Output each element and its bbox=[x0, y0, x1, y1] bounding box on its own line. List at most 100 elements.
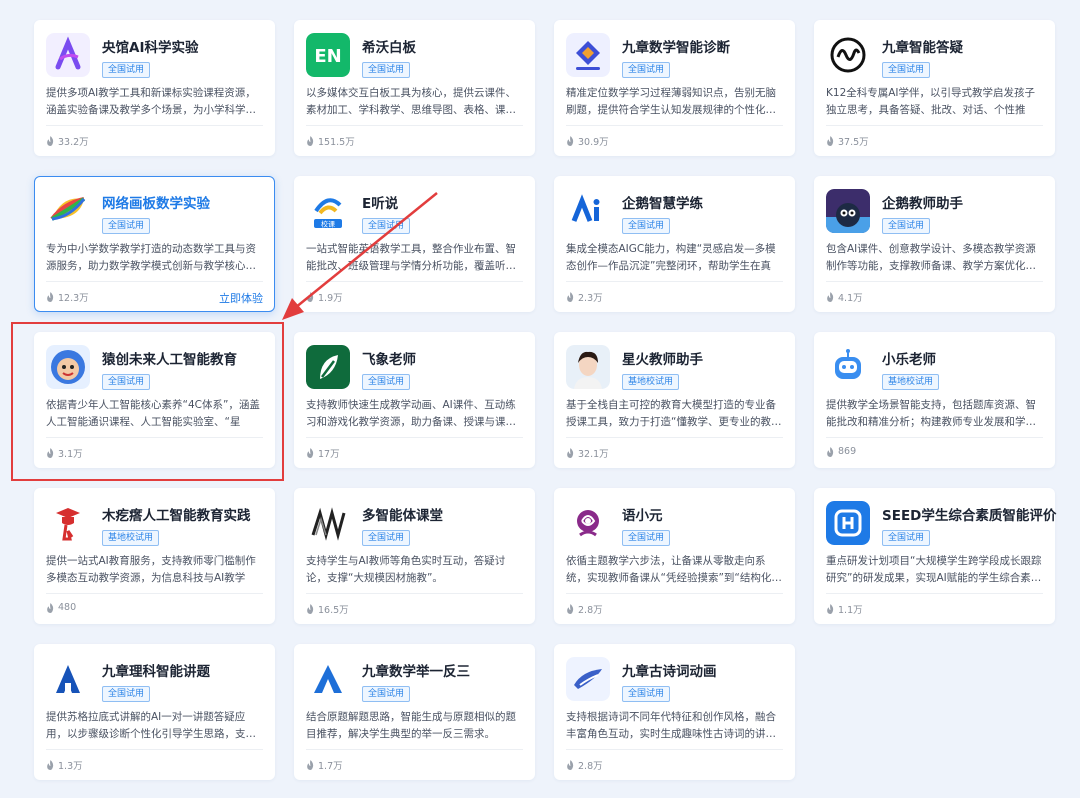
app-description: 包含AI课件、创意教学设计、多模态教学资源制作等功能，支撑教师备课、教学方案优化… bbox=[826, 243, 1036, 272]
app-title[interactable]: 网络画板数学实验 bbox=[102, 192, 210, 212]
popularity-count: 33.2万 bbox=[58, 137, 89, 148]
app-card[interactable]: 小乐老师 基地校试用 提供教学全场景智能支持，包括题库资源、智能批改和精准分析；构建… bbox=[814, 332, 1055, 468]
popularity-count: 2.3万 bbox=[578, 293, 603, 304]
graduate-logo bbox=[46, 501, 90, 545]
app-title[interactable]: 央馆AI科学实验 bbox=[102, 36, 198, 56]
fire-icon bbox=[827, 446, 834, 457]
app-title[interactable]: 九章理科智能讲题 bbox=[102, 660, 210, 680]
popularity-count: 12.3万 bbox=[58, 293, 89, 304]
fire-icon bbox=[827, 136, 834, 146]
divider bbox=[826, 437, 1043, 438]
app-card[interactable]: 企鹅教师助手 全国试用 包含AI课件、创意教学设计、多模态教学资源制作等功能，支撑教… bbox=[814, 176, 1055, 312]
popularity: 33.2万 bbox=[46, 134, 89, 148]
trial-badge: 基地校试用 bbox=[622, 374, 680, 390]
popularity-count: 1.3万 bbox=[58, 761, 83, 772]
app-title[interactable]: 多智能体课堂 bbox=[362, 504, 443, 524]
app-card[interactable]: 九章智能答疑 全国试用 K12全科专属AI学伴，以引导式教学启发孩子独立思考，具备答… bbox=[814, 20, 1055, 156]
app-title[interactable]: 星火教师助手 bbox=[622, 348, 703, 368]
app-card[interactable]: 九章数学举一反三 全国试用 结合原题解题思路，智能生成与原题相似的题目推荐，解决学生… bbox=[294, 644, 535, 780]
popularity: 12.3万 bbox=[46, 290, 89, 304]
app-description: 提供一站式AI教育服务，支持教师零门槛制作多模态互动教学资源，为信息科技与AI教… bbox=[46, 555, 256, 584]
divider bbox=[826, 125, 1043, 126]
fire-icon bbox=[47, 760, 54, 770]
app-title[interactable]: 九章智能答疑 bbox=[882, 36, 963, 56]
app-description: 支持根据诗词不同年代特征和创作风格，融合丰富角色互动，实时生成趣味性古诗词的讲… bbox=[566, 711, 776, 740]
app-title[interactable]: SEED学生综合素质智能评价 bbox=[882, 504, 1056, 524]
scroll-logo bbox=[566, 657, 610, 701]
app-card[interactable]: 飞象老师 全国试用 支持教师快速生成教学动画、AI课件、互动练习和游戏化教学资源，助… bbox=[294, 332, 535, 468]
app-title[interactable]: 九章古诗词动画 bbox=[622, 660, 717, 680]
app-description: 提供苏格拉底式讲解的AI一对一讲题答疑应用，以步骤级诊断个性化引导学生思路，支… bbox=[46, 711, 256, 740]
app-title[interactable]: 企鹅教师助手 bbox=[882, 192, 963, 212]
app-card[interactable]: 九章数学智能诊断 全国试用 精准定位数学学习过程薄弱知识点，告别无脑刷题，提供符合学… bbox=[554, 20, 795, 156]
popularity-count: 1.7万 bbox=[318, 761, 343, 772]
popularity: 2.8万 bbox=[566, 758, 603, 772]
popularity: 37.5万 bbox=[826, 134, 869, 148]
leaf-green-logo bbox=[306, 345, 350, 389]
app-title[interactable]: 木疙瘩人工智能教育实践 bbox=[102, 504, 251, 524]
popularity-count: 1.9万 bbox=[318, 293, 343, 304]
fire-icon bbox=[567, 760, 574, 770]
wave-circle-logo bbox=[826, 33, 870, 77]
popularity: 1.3万 bbox=[46, 758, 83, 772]
app-title[interactable]: 九章数学智能诊断 bbox=[622, 36, 730, 56]
divider bbox=[566, 593, 783, 594]
triangle-logo bbox=[306, 657, 350, 701]
app-title[interactable]: E听说 bbox=[362, 192, 398, 212]
app-title[interactable]: 九章数学举一反三 bbox=[362, 660, 470, 680]
app-card[interactable]: 九章理科智能讲题 全国试用 提供苏格拉底式讲解的AI一对一讲题答疑应用，以步骤级诊断… bbox=[34, 644, 275, 780]
divider bbox=[306, 749, 523, 750]
fire-icon bbox=[307, 292, 314, 302]
popularity: 4.1万 bbox=[826, 290, 863, 304]
divider bbox=[566, 749, 783, 750]
trial-badge: 全国试用 bbox=[362, 62, 411, 78]
app-description: 专为中小学数学教学打造的动态数学工具与资源服务，助力数学教学模式创新与教学核心… bbox=[46, 243, 256, 272]
app-title[interactable]: 语小元 bbox=[622, 504, 663, 524]
fire-icon bbox=[567, 448, 574, 458]
popularity-count: 151.5万 bbox=[318, 137, 355, 148]
popularity: 2.3万 bbox=[566, 290, 603, 304]
app-description: 集成全模态AIGC能力，构建“灵感启发—多模态创作—作品沉淀”完整闭环，帮助学生… bbox=[566, 243, 776, 272]
popularity: 1.1万 bbox=[826, 602, 863, 616]
app-card[interactable]: 网络画板数学实验全国试用专为中小学数学教学打造的动态数学工具与资源服务，助力数学… bbox=[34, 176, 275, 312]
app-card[interactable]: EN 希沃白板 全国试用 以多媒体交互白板工具为核心，提供云课件、素材加工、学科教学、… bbox=[294, 20, 535, 156]
app-title[interactable]: 希沃白板 bbox=[362, 36, 416, 56]
app-card[interactable]: 语小元 全国试用 依循主题教学六步法，让备课从零散走向系统，实现教师备课从“凭经验摸… bbox=[554, 488, 795, 624]
popularity-count: 32.1万 bbox=[578, 449, 609, 460]
popularity-count: 2.8万 bbox=[578, 605, 603, 616]
popularity-count: 17万 bbox=[318, 449, 340, 460]
popularity: 30.9万 bbox=[566, 134, 609, 148]
rose-logo bbox=[566, 501, 610, 545]
app-card[interactable]: 企鹅智慧学练全国试用集成全模态AIGC能力，构建“灵感启发—多模态创作—作品沉淀… bbox=[554, 176, 795, 312]
popularity-count: 16.5万 bbox=[318, 605, 349, 616]
fire-icon bbox=[307, 760, 314, 770]
try-now-button[interactable]: 立即体验 bbox=[219, 290, 263, 306]
app-description: 基于全栈自主可控的教育大模型打造的专业备授课工具，致力于打造“懂教学、更专业的教… bbox=[566, 399, 782, 428]
app-card[interactable]: 校课 E听说 全国试用 一站式智能英语教学工具，整合作业布置、智能批改、班级管理与学情… bbox=[294, 176, 535, 312]
app-title[interactable]: 企鹅智慧学练 bbox=[622, 192, 703, 212]
fire-icon bbox=[307, 604, 314, 614]
fire-icon bbox=[47, 292, 54, 302]
app-card[interactable]: 央馆AI科学实验全国试用提供多项AI教学工具和新课标实验课程资源，涵盖实验备课及… bbox=[34, 20, 275, 156]
trial-badge: 全国试用 bbox=[102, 62, 151, 78]
app-card[interactable]: 木疙瘩人工智能教育实践 基地校试用 提供一站式AI教育服务，支持教师零门槛制作多模态… bbox=[34, 488, 275, 624]
app-description: K12全科专属AI学伴，以引导式教学启发孩子独立思考，具备答疑、批改、对话、个性… bbox=[826, 87, 1036, 116]
popularity: 1.9万 bbox=[306, 290, 343, 304]
trial-badge: 全国试用 bbox=[622, 218, 671, 234]
app-description: 支持教师快速生成教学动画、AI课件、互动练习和游戏化教学资源，助力备课、授课与课… bbox=[306, 399, 516, 428]
popularity-count: 37.5万 bbox=[838, 137, 869, 148]
divider bbox=[46, 281, 263, 282]
app-description: 提供多项AI教学工具和新课标实验课程资源，涵盖实验备课及教学多个场景，为小学科学… bbox=[46, 87, 256, 116]
app-card[interactable]: 多智能体课堂 全国试用 支持学生与AI教师等角色实时互动，答疑讨论，支撑“大规模因材… bbox=[294, 488, 535, 624]
popularity: 17万 bbox=[306, 446, 340, 460]
divider bbox=[306, 125, 523, 126]
app-title[interactable]: 小乐老师 bbox=[882, 348, 936, 368]
app-card[interactable]: 九章古诗词动画 全国试用 支持根据诗词不同年代特征和创作风格，融合丰富角色互动，实时… bbox=[554, 644, 795, 780]
trial-badge: 全国试用 bbox=[102, 218, 151, 234]
en-logo: EN bbox=[306, 33, 350, 77]
divider bbox=[566, 125, 783, 126]
app-card[interactable]: 星火教师助手基地校试用基于全栈自主可控的教育大模型打造的专业备授课工具，致力于打… bbox=[554, 332, 795, 468]
app-card[interactable]: SEED学生综合素质智能评价 全国试用 重点研发计划项目“大规模学生跨学段成长跟踪研… bbox=[814, 488, 1056, 624]
svg-text:EN: EN bbox=[314, 46, 341, 67]
app-title[interactable]: 飞象老师 bbox=[362, 348, 416, 368]
